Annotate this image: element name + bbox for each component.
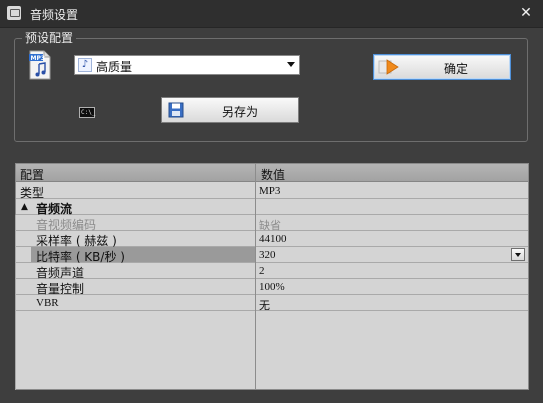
music-note-icon: ♪	[78, 58, 92, 72]
window-title: 音频设置	[30, 8, 79, 22]
arrow-right-icon	[378, 59, 399, 75]
close-button[interactable]: ✕	[517, 4, 535, 22]
column-divider	[255, 164, 256, 389]
preset-dropdown-value: 高质量	[96, 60, 133, 74]
row-value: 无	[259, 300, 270, 312]
row-value: MP3	[259, 185, 281, 197]
svg-text:MP3: MP3	[31, 55, 46, 62]
row-value[interactable]: 320	[259, 249, 276, 261]
ok-button-label: 确定	[444, 62, 469, 76]
save-as-button[interactable]: 另存为	[161, 97, 299, 123]
bitrate-dropdown-button[interactable]	[511, 248, 525, 261]
row-value: 100%	[259, 281, 285, 293]
header-config: 配置	[20, 168, 45, 182]
grid-row-sample-rate[interactable]: 采样率 ( 赫兹 ) 44100	[16, 231, 528, 248]
grid-row-volume[interactable]: 音量控制 100%	[16, 279, 528, 296]
collapse-triangle-icon[interactable]: ▲	[21, 202, 28, 212]
grid-section-audio-stream[interactable]: ▲ 音频流	[16, 199, 528, 216]
ok-button[interactable]: 确定	[373, 54, 511, 80]
mp3-file-icon: MP3	[29, 50, 51, 80]
header-value: 数值	[261, 168, 286, 182]
window-icon	[7, 6, 21, 20]
grid-row-channels[interactable]: 音频声道 2	[16, 263, 528, 280]
grid-row-vbr[interactable]: VBR 无	[16, 295, 528, 312]
row-label: VBR	[36, 297, 59, 309]
save-as-label: 另存为	[222, 105, 259, 119]
row-value: 2	[259, 265, 265, 277]
grid-row-codec: 音视频编码 缺省	[16, 215, 528, 232]
row-value: 44100	[259, 233, 287, 245]
preset-group-label: 预设配置	[22, 29, 77, 46]
title-bar: 音频设置 ✕	[0, 0, 543, 28]
console-icon: C:\_	[79, 107, 96, 118]
grid-row-bitrate[interactable]: 比特率 ( KB/秒 ) 320	[16, 247, 528, 264]
chevron-down-icon	[287, 62, 295, 67]
floppy-disk-icon	[168, 102, 184, 118]
indent-guide	[15, 215, 16, 390]
property-grid: 配置 数值 类型 MP3 ▲ 音频流 音视频编码 缺省 采样率 ( 赫兹 ) 4…	[15, 163, 529, 390]
grid-header: 配置 数值	[16, 164, 528, 182]
grid-row-type[interactable]: 类型 MP3	[16, 183, 528, 200]
preset-dropdown[interactable]: ♪ 高质量	[74, 55, 300, 75]
